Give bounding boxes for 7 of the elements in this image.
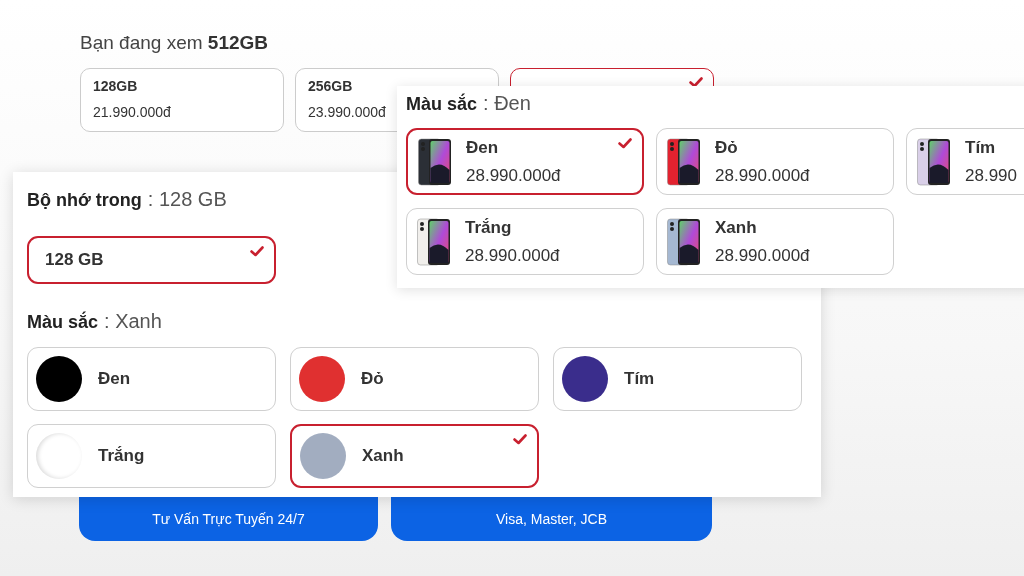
color-value: : Xanh: [104, 310, 162, 333]
storage-label: Bộ nhớ trong: [27, 190, 142, 211]
color-label: Màu sắc: [406, 94, 478, 115]
viewing-heading: Bạn đang xem 512GB: [80, 32, 269, 54]
storage-value: : 128 GB: [147, 188, 227, 211]
color-label: Màu sắc: [27, 312, 99, 333]
color-value: : Đen: [483, 92, 531, 115]
